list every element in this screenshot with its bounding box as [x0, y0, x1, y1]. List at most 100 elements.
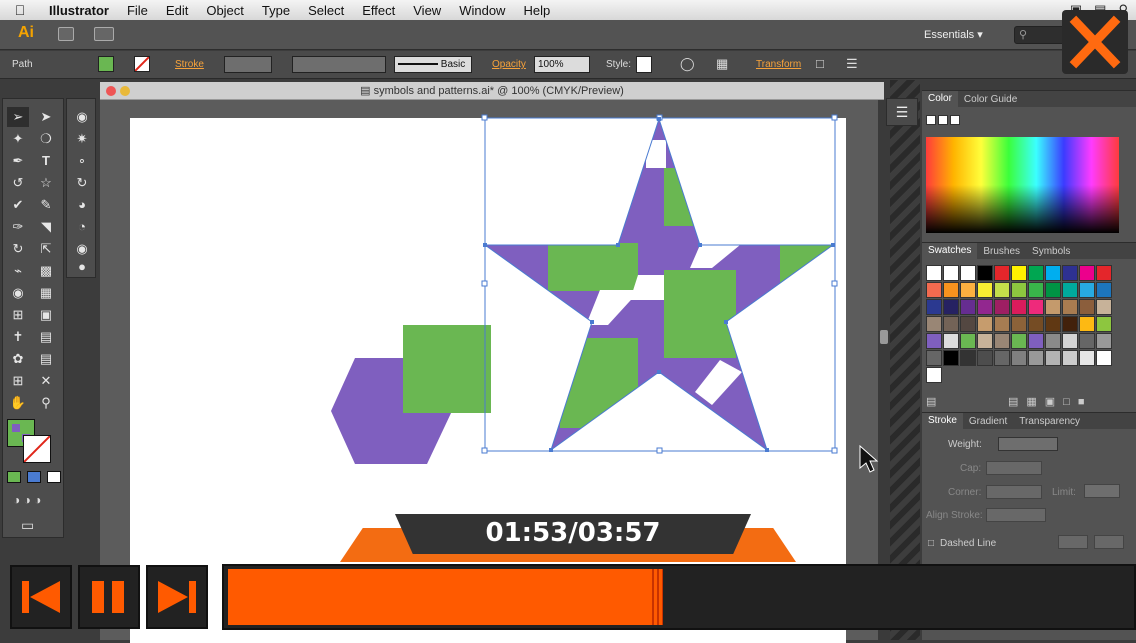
- color-swatch[interactable]: [1096, 265, 1112, 281]
- color-swatch[interactable]: [1079, 282, 1095, 298]
- color-swatch[interactable]: [960, 333, 976, 349]
- color-swatch[interactable]: [1062, 316, 1078, 332]
- color-swatch[interactable]: [1045, 282, 1061, 298]
- color-swatch[interactable]: [1096, 316, 1112, 332]
- color-swatch[interactable]: [1045, 299, 1061, 315]
- color-swatch[interactable]: [1011, 282, 1027, 298]
- color-swatch[interactable]: [926, 299, 942, 315]
- color-swatch[interactable]: [960, 350, 976, 366]
- tab-stroke[interactable]: Stroke: [922, 413, 963, 429]
- color-panel-tabs: Color Color Guide: [922, 91, 1136, 107]
- color-swatch[interactable]: [1028, 265, 1044, 281]
- color-swatch[interactable]: [977, 316, 993, 332]
- color-swatch[interactable]: [1028, 299, 1044, 315]
- limit-field[interactable]: [1084, 484, 1120, 498]
- dash-align-option-1[interactable]: [1058, 535, 1088, 549]
- color-swatch[interactable]: [943, 333, 959, 349]
- mouse-cursor-icon: [859, 444, 879, 473]
- color-swatch[interactable]: [994, 265, 1010, 281]
- color-swatch[interactable]: [977, 333, 993, 349]
- tab-transparency[interactable]: Transparency: [1013, 416, 1086, 427]
- progress-handle[interactable]: [649, 569, 663, 625]
- color-swatch[interactable]: [943, 265, 959, 281]
- color-swatch[interactable]: [1062, 333, 1078, 349]
- color-swatch[interactable]: [943, 282, 959, 298]
- close-button[interactable]: [1062, 10, 1128, 74]
- color-swatch[interactable]: [1062, 282, 1078, 298]
- color-swatch[interactable]: [1011, 350, 1027, 366]
- color-swatch[interactable]: [994, 282, 1010, 298]
- cap-buttons[interactable]: [986, 461, 1042, 475]
- color-swatch[interactable]: [926, 367, 942, 383]
- color-swatch[interactable]: [1096, 299, 1112, 315]
- color-swatch[interactable]: [994, 316, 1010, 332]
- color-swatch[interactable]: [977, 350, 993, 366]
- pause-button[interactable]: [78, 565, 140, 629]
- color-swatch[interactable]: [960, 299, 976, 315]
- color-swatch[interactable]: [1079, 299, 1095, 315]
- swatch-library-icon[interactable]: ▤: [926, 395, 936, 408]
- tab-swatches[interactable]: Swatches: [922, 243, 978, 259]
- color-swatch[interactable]: [943, 350, 959, 366]
- color-swatch[interactable]: [1045, 333, 1061, 349]
- color-swatch[interactable]: [943, 299, 959, 315]
- color-spectrum-picker[interactable]: [926, 137, 1119, 233]
- color-swatch[interactable]: [960, 316, 976, 332]
- color-swatch[interactable]: [1079, 350, 1095, 366]
- previous-button[interactable]: [10, 565, 72, 629]
- close-icon: [1069, 15, 1121, 69]
- color-swatch[interactable]: [994, 299, 1010, 315]
- green-square[interactable]: [403, 325, 491, 413]
- tab-color-guide[interactable]: Color Guide: [958, 94, 1023, 105]
- color-swatch[interactable]: [1079, 316, 1095, 332]
- tab-gradient[interactable]: Gradient: [963, 416, 1013, 427]
- color-swatch[interactable]: [926, 282, 942, 298]
- color-swatch[interactable]: [1062, 350, 1078, 366]
- tab-brushes[interactable]: Brushes: [977, 246, 1026, 257]
- color-swatch[interactable]: [1011, 299, 1027, 315]
- color-swatch[interactable]: [926, 333, 942, 349]
- cap-label: Cap:: [960, 463, 982, 474]
- color-swatch[interactable]: [977, 299, 993, 315]
- color-swatch[interactable]: [1096, 282, 1112, 298]
- swatch-actions[interactable]: ▤▦▣□■: [1008, 395, 1092, 408]
- color-swatch[interactable]: [1028, 282, 1044, 298]
- tab-color[interactable]: Color: [922, 91, 958, 107]
- color-swatch[interactable]: [960, 282, 976, 298]
- color-swatch[interactable]: [1062, 299, 1078, 315]
- align-stroke-buttons[interactable]: [986, 508, 1046, 522]
- color-swatch[interactable]: [1045, 350, 1061, 366]
- dash-align-option-2[interactable]: [1094, 535, 1124, 549]
- color-swatch[interactable]: [926, 350, 942, 366]
- color-swatch[interactable]: [1096, 350, 1112, 366]
- color-swatch[interactable]: [1062, 265, 1078, 281]
- color-swatch[interactable]: [1028, 350, 1044, 366]
- color-swatch[interactable]: [1045, 316, 1061, 332]
- color-swatch[interactable]: [1079, 265, 1095, 281]
- color-swatch[interactable]: [943, 316, 959, 332]
- color-swatch[interactable]: [994, 350, 1010, 366]
- color-swatch[interactable]: [1011, 316, 1027, 332]
- color-swatch[interactable]: [1045, 265, 1061, 281]
- color-swatch[interactable]: [1079, 333, 1095, 349]
- black-color-swatch[interactable]: [950, 115, 960, 125]
- color-swatch[interactable]: [1028, 316, 1044, 332]
- color-swatch[interactable]: [977, 265, 993, 281]
- corner-buttons[interactable]: [986, 485, 1042, 499]
- color-swatch[interactable]: [1096, 333, 1112, 349]
- dashed-line-checkbox[interactable]: □: [928, 538, 934, 549]
- tab-symbols[interactable]: Symbols: [1026, 246, 1076, 257]
- color-swatch[interactable]: [960, 265, 976, 281]
- color-swatch[interactable]: [926, 316, 942, 332]
- color-swatch[interactable]: [1011, 265, 1027, 281]
- color-swatch[interactable]: [1028, 333, 1044, 349]
- color-swatch[interactable]: [977, 282, 993, 298]
- weight-field[interactable]: [998, 437, 1058, 451]
- color-swatch[interactable]: [1011, 333, 1027, 349]
- color-swatch[interactable]: [994, 333, 1010, 349]
- color-swatch[interactable]: [926, 265, 942, 281]
- patterned-star[interactable]: [480, 115, 840, 455]
- white-color-swatch[interactable]: [938, 115, 948, 125]
- none-color-icon[interactable]: [926, 115, 936, 125]
- next-button[interactable]: [146, 565, 208, 629]
